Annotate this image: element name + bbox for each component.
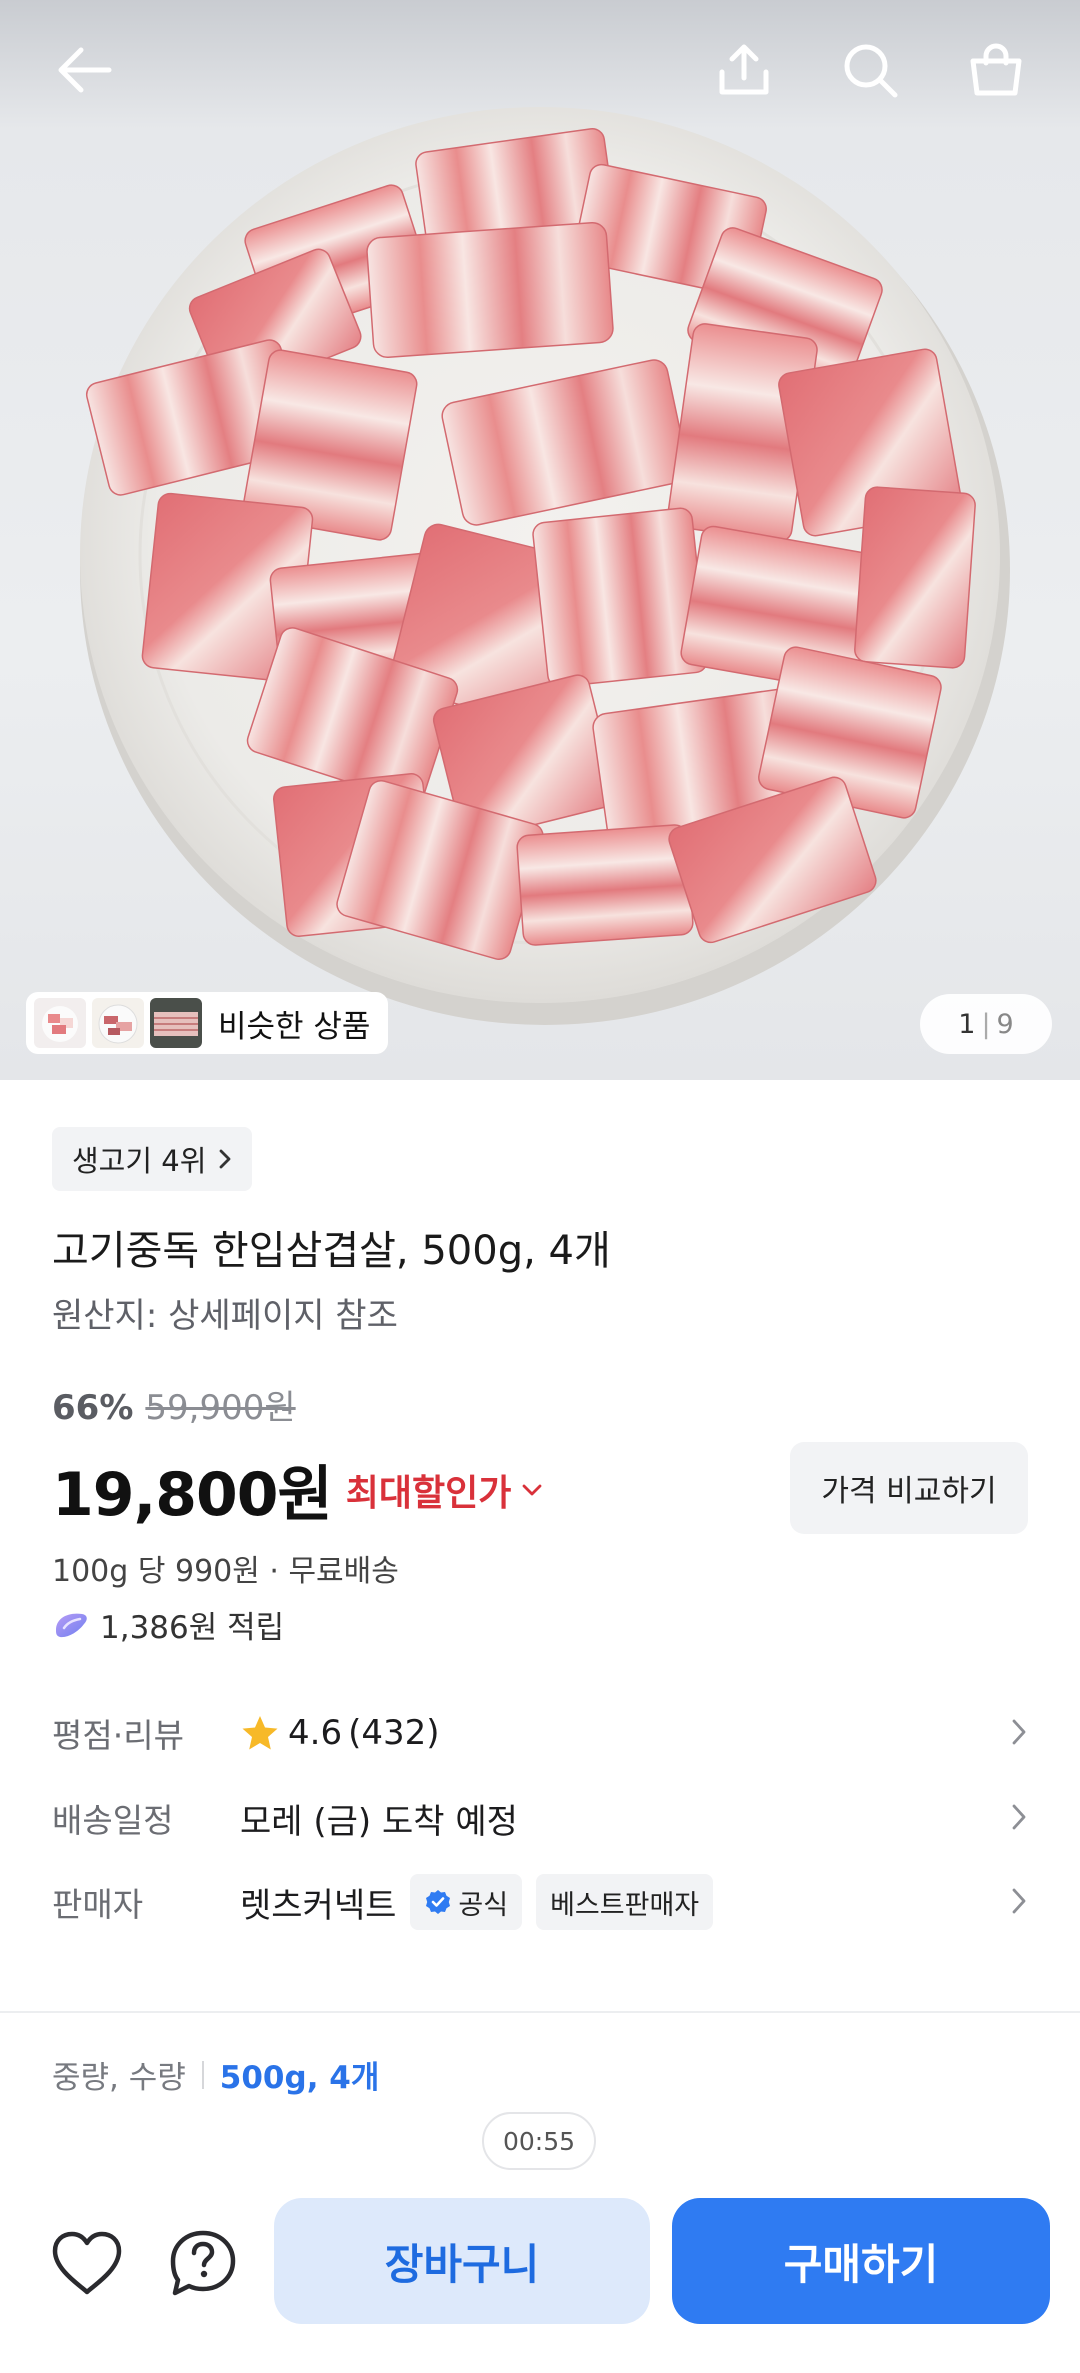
search-button[interactable] — [826, 26, 914, 114]
category-rank-chip[interactable]: 생고기 4위 — [52, 1127, 253, 1191]
similar-thumbnail — [92, 998, 144, 1048]
section-divider — [0, 2011, 1080, 2013]
current-image-index: 1 — [958, 1008, 976, 1040]
product-photo — [80, 107, 1010, 1025]
chevron-right-icon — [1012, 1719, 1026, 1745]
search-icon — [844, 44, 898, 98]
share-button[interactable] — [700, 26, 788, 114]
price-row: 19,800원 최대할인가 — [52, 1446, 543, 1533]
similar-products-button[interactable]: 비슷한 상품 — [26, 992, 389, 1054]
sale-price: 19,800원 — [52, 1460, 333, 1530]
shopping-bag-icon — [970, 43, 1022, 96]
compare-price-button[interactable]: 가격 비교하기 — [790, 1442, 1028, 1534]
help-button[interactable] — [158, 2218, 248, 2308]
buy-now-button[interactable]: 구매하기 — [672, 2198, 1050, 2324]
original-price: 59,900원 — [145, 1388, 296, 1428]
wishlist-button[interactable] — [42, 2218, 132, 2308]
chevron-down-icon — [522, 1484, 542, 1495]
star-icon — [242, 1716, 278, 1750]
back-button[interactable] — [40, 26, 128, 114]
discount-row: 66% 59,900원 — [52, 1380, 296, 1429]
seller-value: 렛츠커넥트 공식 베스트판매자 — [240, 1874, 714, 1930]
review-count: (432) — [348, 1713, 440, 1753]
official-badge: 공식 — [410, 1874, 523, 1930]
rating-label: 평점·리뷰 — [52, 1716, 184, 1755]
option-label: 중량, 수량 — [52, 2060, 186, 2096]
seller-name: 렛츠커넥트 — [240, 1885, 397, 1926]
top-bar — [0, 0, 1080, 140]
product-image-gallery[interactable]: 비슷한 상품 1 | 9 — [0, 0, 1080, 1080]
delivery-value: 모레 (금) 도착 예정 — [240, 1801, 518, 1842]
total-image-count: 9 — [996, 1008, 1014, 1040]
best-seller-badge: 베스트판매자 — [536, 1874, 714, 1930]
discount-rate: 66% — [52, 1388, 134, 1428]
option-value: 500g, 4개 — [219, 2060, 380, 2096]
add-to-cart-button[interactable]: 장바구니 — [274, 2198, 650, 2324]
seller-row[interactable]: 판매자 렛츠커넥트 공식 베스트판매자 — [52, 1872, 1028, 1932]
chevron-right-icon — [1012, 1888, 1026, 1914]
seller-label: 판매자 — [52, 1885, 144, 1924]
best-deal-dropdown[interactable]: 최대할인가 — [346, 1464, 544, 1516]
rating-review-row[interactable]: 평점·리뷰 4.6 (432) — [52, 1703, 1028, 1763]
product-title: 고기중독 한입삼겹살, 500g, 4개 — [52, 1228, 611, 1274]
timer-badge: 00:55 — [482, 2112, 596, 2170]
cart-button[interactable] — [952, 26, 1040, 114]
selected-option-row[interactable]: 중량, 수량 500g, 4개 — [52, 2052, 379, 2097]
unit-price-shipping: 100g 당 990원 · 무료배송 — [52, 1554, 399, 1589]
arrow-left-icon — [58, 47, 112, 93]
chevron-right-icon — [219, 1149, 231, 1169]
similar-thumbnail — [150, 998, 202, 1048]
heart-icon — [52, 2231, 122, 2295]
share-icon — [719, 44, 769, 95]
rank-label: 생고기 4위 — [72, 1144, 207, 1178]
rating-value: 4.6 (432) — [240, 1713, 440, 1753]
best-deal-label: 최대할인가 — [345, 1472, 512, 1514]
similar-thumbnail — [34, 998, 86, 1048]
points-icon — [56, 1613, 87, 1637]
verified-icon — [426, 1890, 451, 1914]
image-counter: 1 | 9 — [920, 994, 1052, 1054]
official-badge-label: 공식 — [458, 1889, 509, 1921]
reward-points: 1,386원 적립 — [52, 1602, 284, 1647]
option-separator — [201, 2060, 204, 2089]
rating-score: 4.6 — [288, 1713, 343, 1753]
points-amount: 1,386원 적립 — [100, 1610, 285, 1646]
product-origin: 원산지: 상세페이지 참조 — [52, 1296, 398, 1336]
counter-separator: | — [981, 1008, 991, 1040]
delivery-label: 배송일정 — [52, 1801, 174, 1840]
similar-products-label: 비슷한 상품 — [218, 1008, 371, 1045]
question-icon — [170, 2230, 236, 2296]
delivery-row[interactable]: 배송일정 모레 (금) 도착 예정 — [52, 1788, 1028, 1848]
chevron-right-icon — [1012, 1804, 1026, 1830]
